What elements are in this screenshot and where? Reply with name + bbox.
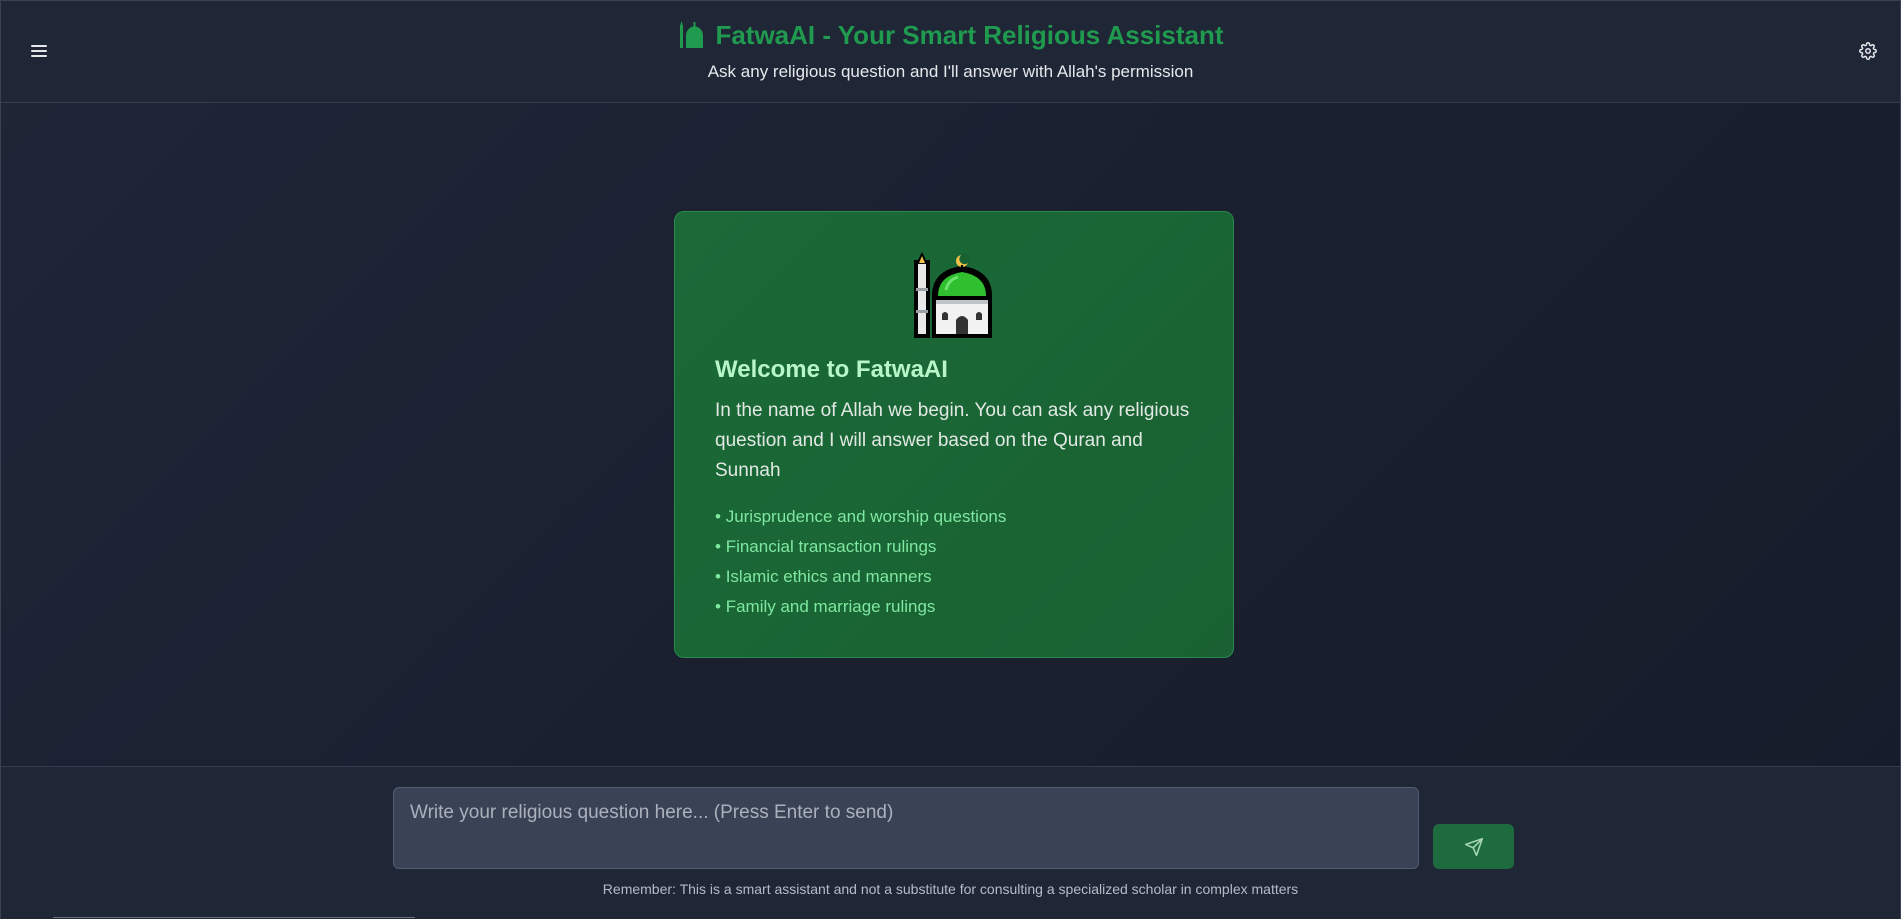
- header-title-block: FatwaAI - Your Smart Religious Assistant…: [1, 17, 1900, 83]
- welcome-title: Welcome to FatwaAI: [715, 356, 948, 383]
- composer-footer: Remember: This is a smart assistant and …: [1, 766, 1900, 919]
- mosque-icon: [914, 252, 992, 338]
- feature-item: Family and marriage rulings: [715, 592, 1193, 622]
- app-subtitle: Ask any religious question and I'll answ…: [707, 62, 1194, 81]
- top-header: FatwaAI - Your Smart Religious Assistant…: [1, 1, 1900, 103]
- feature-item: Islamic ethics and manners: [715, 562, 1193, 592]
- app-window: FatwaAI - Your Smart Religious Assistant…: [0, 0, 1901, 919]
- gear-icon: [1859, 42, 1877, 60]
- scroll-indicator: [53, 917, 415, 918]
- send-button[interactable]: [1433, 824, 1514, 869]
- feature-item: Jurisprudence and worship questions: [715, 502, 1193, 532]
- app-title: FatwaAI - Your Smart Religious Assistant: [677, 17, 1224, 53]
- disclaimer-text: Remember: This is a smart assistant and …: [602, 881, 1299, 897]
- welcome-card: Welcome to FatwaAI In the name of Allah …: [674, 211, 1234, 658]
- feature-list: Jurisprudence and worship questions Fina…: [715, 502, 1193, 622]
- paper-plane-icon: [1464, 837, 1483, 856]
- settings-button[interactable]: [1854, 37, 1882, 65]
- app-title-text: FatwaAI - Your Smart Religious Assistant: [715, 20, 1224, 50]
- feature-item: Financial transaction rulings: [715, 532, 1193, 562]
- mosque-icon: [680, 21, 704, 48]
- welcome-text: In the name of Allah we begin. You can a…: [715, 400, 1190, 481]
- question-input[interactable]: [393, 787, 1419, 869]
